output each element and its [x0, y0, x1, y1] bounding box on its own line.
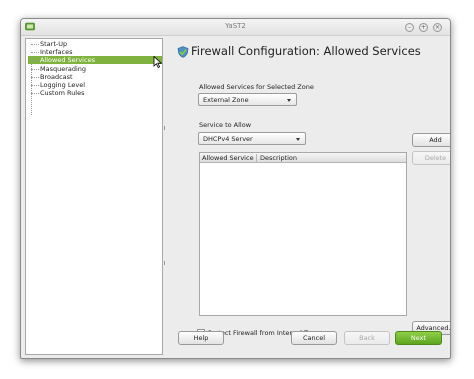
allowed-services-table[interactable]: Allowed Service Description — [199, 152, 407, 316]
close-icon: × — [434, 24, 441, 31]
minimize-button[interactable]: – — [405, 23, 414, 32]
sidebar-item-label: Interfaces — [40, 48, 73, 56]
sidebar-item-label: Masquerading — [40, 65, 87, 73]
sidebar-item-masquerading[interactable]: Masquerading — [28, 65, 162, 73]
zone-select[interactable]: External Zone — [198, 93, 297, 106]
sidebar-item-label: Broadcast — [40, 73, 73, 81]
sidebar-item-logging-level[interactable]: Logging Level — [28, 81, 162, 89]
next-button[interactable]: Next — [395, 331, 442, 345]
maximize-button[interactable]: + — [419, 23, 428, 32]
yast-window: YaST2 – + × Start-Up Interfaces Allowed … — [20, 18, 451, 359]
cancel-button[interactable]: Cancel — [291, 331, 337, 345]
table-header: Allowed Service Description — [200, 153, 406, 163]
column-divider — [256, 154, 257, 162]
maximize-icon: + — [420, 24, 427, 31]
add-button[interactable]: Add — [412, 133, 450, 147]
sidebar-item-allowed-services[interactable]: Allowed Services — [28, 56, 162, 64]
firewall-shield-icon — [177, 46, 189, 58]
close-button[interactable]: × — [433, 23, 442, 32]
title-bar[interactable]: YaST2 – + × — [21, 19, 450, 36]
sidebar-item-custom-rules[interactable]: Custom Rules — [28, 89, 162, 97]
window-title: YaST2 — [225, 22, 246, 30]
sidebar-item-label: Logging Level — [40, 81, 86, 89]
sidebar-item-label: Allowed Services — [40, 56, 95, 64]
chevron-down-icon — [287, 99, 291, 102]
delete-button[interactable]: Delete — [412, 151, 450, 165]
back-button[interactable]: Back — [344, 331, 390, 345]
mouse-pointer-icon — [153, 56, 163, 68]
splitter-handle-icon[interactable] — [164, 126, 166, 130]
sidebar-item-broadcast[interactable]: Broadcast — [28, 73, 162, 81]
service-select[interactable]: DHCPv4 Server — [198, 132, 306, 145]
zone-select-value: External Zone — [203, 96, 249, 104]
sidebar-tree[interactable]: Start-Up Interfaces Allowed Services Mas… — [25, 38, 163, 355]
sidebar-item-start-up[interactable]: Start-Up — [28, 40, 162, 48]
sidebar-item-interfaces[interactable]: Interfaces — [28, 48, 162, 56]
sidebar-item-label: Custom Rules — [40, 89, 85, 97]
service-label: Service to Allow — [199, 121, 252, 129]
zone-label: Allowed Services for Selected Zone — [199, 83, 314, 91]
page-title: Firewall Configuration: Allowed Services — [191, 44, 421, 58]
sidebar-item-label: Start-Up — [40, 40, 68, 48]
help-button[interactable]: Help — [178, 331, 224, 345]
column-header-allowed-service[interactable]: Allowed Service — [202, 154, 254, 162]
service-select-value: DHCPv4 Server — [203, 135, 253, 143]
minimize-icon: – — [408, 24, 411, 31]
column-header-description[interactable]: Description — [260, 154, 297, 162]
splitter-handle-icon[interactable] — [164, 261, 166, 265]
main-panel: Firewall Configuration: Allowed Services… — [173, 38, 450, 356]
chevron-down-icon — [296, 138, 300, 141]
